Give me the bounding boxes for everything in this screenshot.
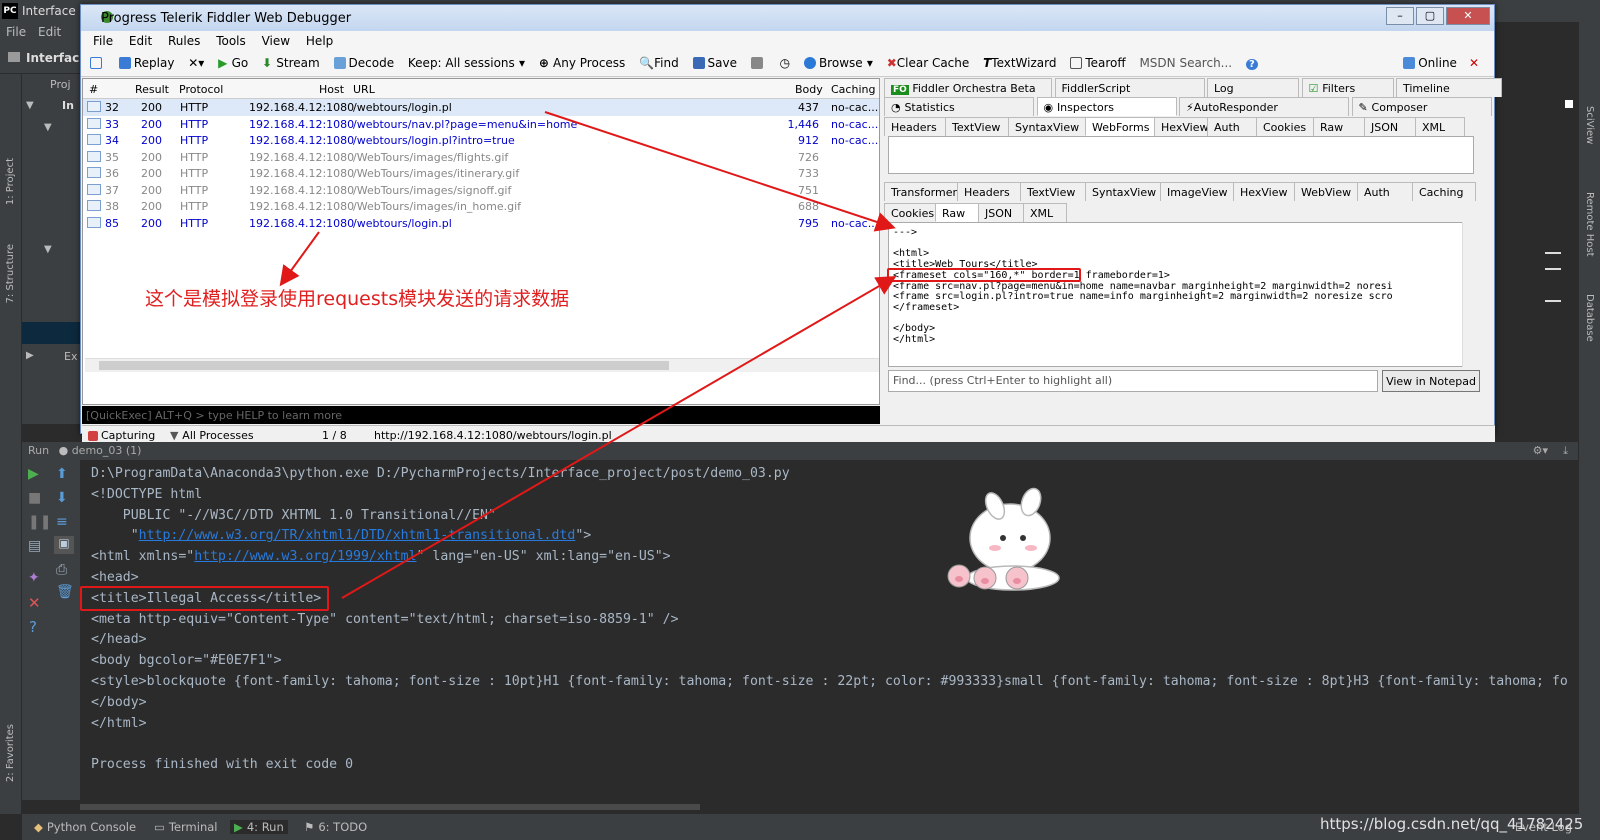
arrow-from-console-to-title (341, 275, 897, 599)
bunny-sticker-image (947, 487, 1060, 591)
arrow-to-session-85 (279, 231, 320, 287)
arrow-to-raw-view (544, 111, 896, 232)
annotation-arrows (279, 111, 897, 599)
watermark: https://blog.csdn.net/qq_41782425 (1320, 815, 1584, 833)
